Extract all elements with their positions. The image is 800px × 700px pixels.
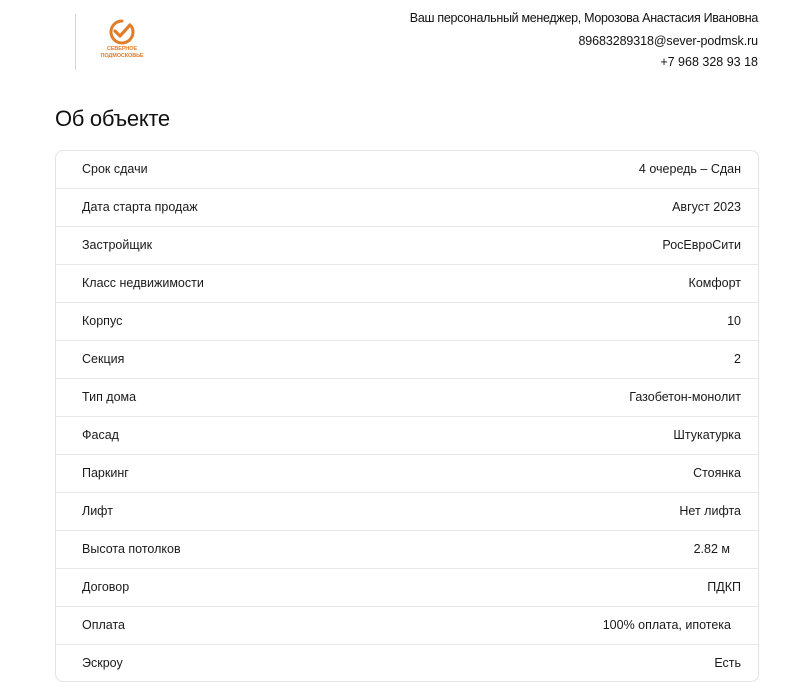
manager-email-link[interactable]: 89683289318@sever-podmsk.ru: [578, 34, 758, 48]
detail-label: Оплата: [82, 618, 125, 632]
detail-value: Штукатурка: [673, 428, 741, 442]
company-logo[interactable]: СЕВЕРНОЕ ПОДМОСКОВЬЕ: [98, 18, 146, 68]
detail-label: Класс недвижимости: [82, 276, 204, 290]
details-row: Фасад Штукатурка: [56, 417, 758, 455]
detail-value: РосЕвроСити: [662, 238, 741, 252]
details-row: Класс недвижимости Комфорт: [56, 265, 758, 303]
logo-text-line2: ПОДМОСКОВЬЕ: [100, 53, 144, 59]
details-row: Эскроу Есть: [56, 645, 758, 681]
detail-label: Паркинг: [82, 466, 129, 480]
detail-value: Газобетон-монолит: [629, 390, 741, 404]
details-row: Тип дома Газобетон-монолит: [56, 379, 758, 417]
detail-label: Срок сдачи: [82, 162, 148, 176]
logo-text-line1: СЕВЕРНОЕ: [106, 46, 138, 52]
object-details-card: Срок сдачи 4 очередь – Сдан Дата старта п…: [55, 150, 759, 682]
detail-value: Нет лифта: [679, 504, 741, 518]
details-row: Высота потолков 2.82 м: [56, 531, 758, 569]
detail-value: 2.82 м: [693, 542, 730, 556]
detail-label: Лифт: [82, 504, 113, 518]
detail-label: Тип дома: [82, 390, 137, 404]
details-row: Срок сдачи 4 очередь – Сдан: [56, 151, 758, 189]
header-divider: [75, 14, 76, 70]
detail-label: Застройщик: [82, 238, 153, 252]
detail-label: Фасад: [82, 428, 119, 442]
detail-value: ПДКП: [707, 580, 741, 594]
detail-label: Корпус: [82, 314, 123, 328]
section-title: Об объекте: [55, 106, 170, 131]
detail-value: Август 2023: [672, 200, 741, 214]
header: СЕВЕРНОЕ ПОДМОСКОВЬЕ Ваш персональный ме…: [0, 0, 800, 90]
details-row: Договор ПДКП: [56, 569, 758, 607]
details-row: Корпус 10: [56, 303, 758, 341]
details-row: Оплата 100% оплата, ипотека: [56, 607, 758, 645]
detail-value: 100% оплата, ипотека: [602, 618, 731, 632]
detail-label: Договор: [82, 580, 130, 594]
detail-label: Секция: [82, 352, 125, 366]
detail-value: Комфорт: [688, 276, 741, 290]
detail-value: Стоянка: [693, 466, 741, 480]
details-row: Дата старта продаж Август 2023: [56, 189, 758, 227]
manager-phone-link[interactable]: +7 968 328 93 18: [660, 55, 758, 69]
detail-value: 2: [734, 352, 741, 366]
page: СЕВЕРНОЕ ПОДМОСКОВЬЕ Ваш персональный ме…: [0, 0, 800, 700]
detail-value: Есть: [714, 656, 741, 670]
detail-label: Дата старта продаж: [82, 200, 198, 214]
details-row: Лифт Нет лифта: [56, 493, 758, 531]
detail-value: 10: [727, 314, 741, 328]
details-row: Паркинг Стоянка: [56, 455, 758, 493]
detail-label: Эскроу: [82, 656, 123, 670]
checkmark-logo-icon: [109, 19, 135, 45]
details-row: Секция 2: [56, 341, 758, 379]
details-row: Застройщик РосЕвроСити: [56, 227, 758, 265]
detail-value: 4 очередь – Сдан: [638, 162, 741, 176]
detail-label: Высота потолков: [82, 542, 181, 556]
manager-name: Ваш персональный менеджер, Морозова Анас…: [409, 11, 759, 25]
